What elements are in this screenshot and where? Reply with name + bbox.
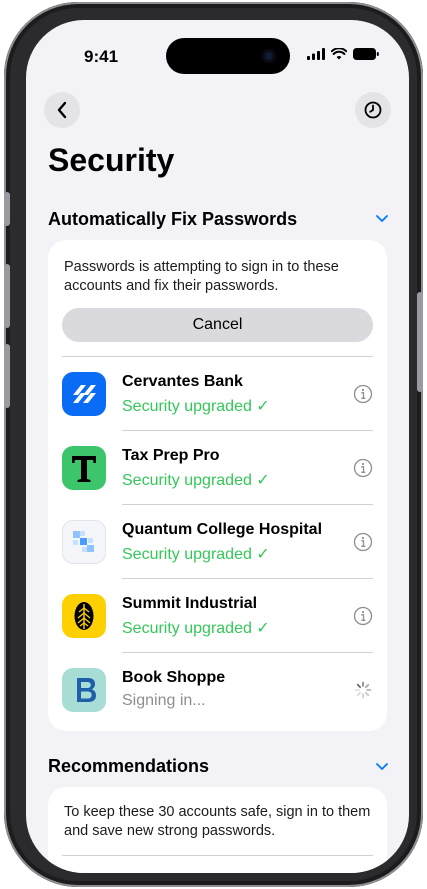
account-status: Security upgraded ✓ [122, 398, 270, 415]
list-item-summit-industrial[interactable]: Summit Industrial Security upgraded ✓ [48, 579, 387, 653]
info-icon[interactable] [353, 532, 373, 552]
chevron-down-icon[interactable] [375, 762, 389, 771]
cancel-button[interactable]: Cancel [62, 308, 373, 342]
info-icon[interactable] [353, 384, 373, 404]
dynamic-island [166, 38, 290, 74]
auto-fix-card: Passwords is attempting to sign in to th… [48, 240, 387, 731]
account-name: Summit Industrial [122, 595, 258, 612]
account-name: Book Shoppe [122, 669, 226, 686]
list-item-quantum-college-hospital[interactable]: Quantum College Hospital Security upgrad… [48, 505, 387, 579]
account-status: Security upgraded ✓ [122, 620, 270, 637]
volume-down-button [4, 344, 10, 408]
book-shoppe-icon [62, 668, 106, 712]
recommendations-card: To keep these 30 accounts safe, sign in … [48, 787, 387, 873]
chevron-left-icon [57, 101, 67, 119]
auto-fix-section-title: Automatically Fix Passwords [48, 209, 298, 229]
action-button [4, 192, 10, 226]
account-name: Tax Prep Pro [122, 447, 220, 464]
back-button[interactable] [44, 92, 80, 128]
volume-up-button [4, 264, 10, 328]
account-name: Cervantes Bank [122, 373, 243, 390]
loading-spinner-icon [354, 681, 372, 699]
battery-icon [353, 48, 379, 60]
screen: 9:41 Security Automatically Fix Password… [26, 20, 409, 873]
list-item-tax-prep-pro[interactable]: Tax Prep Pro Security upgraded ✓ [48, 431, 387, 505]
info-icon[interactable] [353, 458, 373, 478]
tax-prep-pro-icon [62, 446, 106, 490]
list-item-book-shoppe[interactable]: Book Shoppe Signing in... [48, 653, 387, 731]
account-name: Quantum College Hospital [122, 521, 323, 538]
wifi-icon [331, 48, 347, 60]
account-status: Security upgraded ✓ [122, 546, 270, 563]
cellular-signal-icon [307, 48, 325, 60]
auto-fix-description: Passwords is attempting to sign in to th… [64, 259, 339, 294]
list-item-cervantes-bank[interactable]: Cervantes Bank Security upgraded ✓ [48, 357, 387, 431]
divider [62, 855, 373, 856]
cervantes-bank-icon [62, 372, 106, 416]
summit-industrial-icon [62, 594, 106, 638]
status-time: 9:41 [84, 47, 119, 66]
account-status: Security upgraded ✓ [122, 472, 270, 489]
recommendations-description: To keep these 30 accounts safe, sign in … [64, 804, 371, 839]
status-icons [307, 48, 379, 60]
account-status: Signing in... [122, 692, 206, 709]
quantum-college-hospital-icon [62, 520, 106, 564]
info-icon[interactable] [353, 606, 373, 626]
recommendations-section-title: Recommendations [48, 756, 210, 776]
history-button[interactable] [355, 92, 391, 128]
side-button [417, 292, 423, 392]
page-title: Security [48, 142, 175, 178]
camera-icon [262, 49, 276, 63]
chevron-down-icon[interactable] [375, 214, 389, 223]
phone-frame: 9:41 Security Automatically Fix Password… [4, 2, 423, 887]
status-bar: 9:41 [26, 20, 409, 74]
clock-icon [364, 101, 382, 119]
